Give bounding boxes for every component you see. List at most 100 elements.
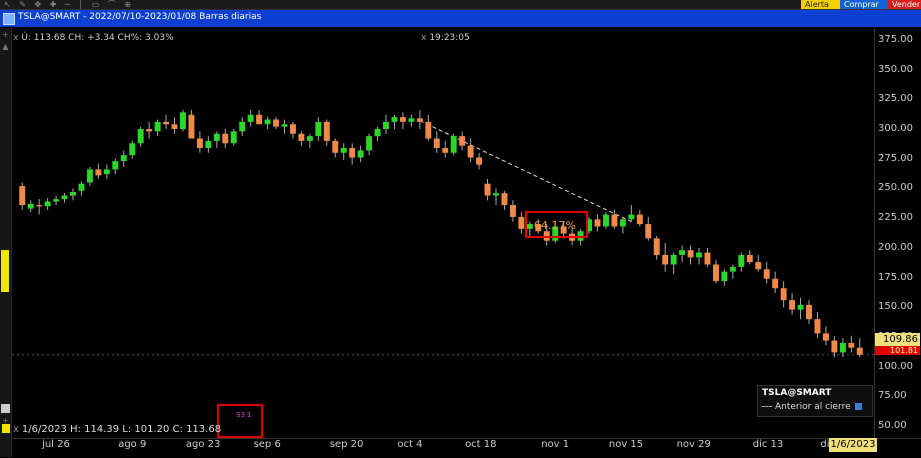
candle-body[interactable] (196, 138, 203, 149)
candle-body[interactable] (306, 136, 313, 141)
candle-body[interactable] (594, 219, 601, 227)
candle-body[interactable] (628, 214, 635, 220)
candle-body[interactable] (349, 148, 356, 158)
candle-body[interactable] (340, 148, 347, 153)
candle-body[interactable] (366, 136, 373, 151)
candle-body[interactable] (391, 117, 398, 122)
close-icon[interactable]: x (13, 424, 19, 435)
candle-body[interactable] (763, 269, 770, 279)
candle-body[interactable] (399, 117, 406, 122)
candle-body[interactable] (95, 169, 102, 176)
candle-body[interactable] (103, 169, 110, 175)
candle-body[interactable] (687, 250, 694, 258)
close-icon[interactable]: x (13, 33, 18, 43)
candle-body[interactable] (484, 183, 491, 196)
candle-body[interactable] (408, 118, 415, 122)
candle-body[interactable] (476, 157, 483, 165)
candle-body[interactable] (163, 121, 170, 125)
scroll-thumb[interactable] (1, 250, 9, 292)
candle-body[interactable] (518, 216, 525, 229)
candle-body[interactable] (746, 254, 753, 263)
candle-body[interactable] (450, 136, 457, 153)
candle-body[interactable] (61, 195, 68, 200)
scroll-down-button[interactable] (1, 404, 10, 413)
candle-body[interactable] (239, 121, 246, 132)
drawing-tools-icon[interactable]: ↖ ✎ ✥ ✚ ─ │ ▭ ⌒ ⊕ (4, 0, 134, 9)
lock-icon[interactable] (2, 424, 10, 433)
candle-body[interactable] (501, 193, 508, 206)
chart-legend[interactable]: TSLA@SMART Anterior al cierre (757, 385, 873, 417)
crosshair-icon[interactable]: + (1, 30, 10, 39)
candle-body[interactable] (230, 131, 237, 144)
candle-body[interactable] (53, 199, 60, 202)
candle-body[interactable] (433, 138, 440, 149)
checkbox-icon[interactable] (854, 403, 862, 410)
candle-body[interactable] (120, 155, 127, 162)
candle-body[interactable] (298, 133, 305, 141)
sell-button[interactable]: Vender (888, 0, 921, 9)
candle-body[interactable] (509, 205, 516, 217)
candle-body[interactable] (205, 140, 212, 149)
candle-body[interactable] (772, 278, 779, 289)
candle-body[interactable] (814, 319, 821, 334)
candle-body[interactable] (27, 203, 34, 209)
candle-body[interactable] (171, 124, 178, 130)
candle-body[interactable] (129, 143, 136, 156)
candle-body[interactable] (78, 183, 85, 191)
candle-body[interactable] (86, 169, 93, 183)
trend-line[interactable] (419, 120, 632, 223)
alert-button[interactable]: Alerta (801, 0, 844, 9)
candle-body[interactable] (806, 304, 812, 320)
candle-body[interactable] (704, 252, 711, 265)
candle-body[interactable] (797, 304, 804, 310)
candle-body[interactable] (44, 201, 51, 207)
candle-body[interactable] (256, 114, 263, 125)
candle-body[interactable] (789, 300, 796, 310)
candle-body[interactable] (247, 114, 254, 122)
candle-body[interactable] (839, 342, 846, 353)
candle-body[interactable] (712, 264, 719, 282)
candle-body[interactable] (611, 214, 618, 227)
candle-body[interactable] (416, 118, 423, 122)
candle-body[interactable] (146, 129, 153, 132)
candle-body[interactable] (289, 124, 296, 134)
candle-body[interactable] (467, 145, 474, 158)
candle-body[interactable] (636, 214, 643, 225)
candle-body[interactable] (36, 205, 43, 207)
candle-body[interactable] (493, 193, 499, 196)
candle-body[interactable] (273, 119, 279, 127)
candle-body[interactable] (137, 129, 144, 144)
candle-body[interactable] (603, 214, 609, 227)
candle-body[interactable] (822, 333, 829, 341)
candle-body[interactable] (662, 254, 669, 265)
candle-body[interactable] (332, 140, 339, 153)
candle-body[interactable] (755, 262, 762, 270)
candle-body[interactable] (222, 133, 229, 144)
close-icon[interactable]: x (421, 33, 426, 43)
candle-body[interactable] (425, 121, 432, 139)
candle-body[interactable] (780, 288, 787, 301)
candle-body[interactable] (213, 133, 220, 141)
buy-button[interactable]: Comprar (840, 0, 892, 9)
candle-body[interactable] (323, 121, 330, 141)
candle-body[interactable] (729, 266, 736, 272)
candle-body[interactable] (831, 340, 838, 353)
candle-body[interactable] (19, 186, 26, 206)
candle-body[interactable] (696, 252, 702, 258)
candle-body[interactable] (383, 121, 389, 130)
candle-body[interactable] (670, 254, 677, 265)
scroll-up-arrow-icon[interactable]: ▲ (1, 42, 10, 51)
candle-body[interactable] (315, 121, 322, 137)
candle-body[interactable] (281, 124, 288, 127)
candle-body[interactable] (721, 271, 728, 282)
price-chart[interactable] (12, 28, 874, 438)
candle-body[interactable] (856, 347, 863, 355)
candle-body[interactable] (112, 161, 119, 170)
candle-body[interactable] (738, 254, 745, 267)
candle-body[interactable] (645, 224, 652, 239)
candle-body[interactable] (70, 192, 76, 196)
candle-body[interactable] (357, 150, 364, 158)
candle-body[interactable] (264, 119, 271, 125)
candle-body[interactable] (653, 238, 660, 255)
candle-body[interactable] (679, 250, 686, 255)
